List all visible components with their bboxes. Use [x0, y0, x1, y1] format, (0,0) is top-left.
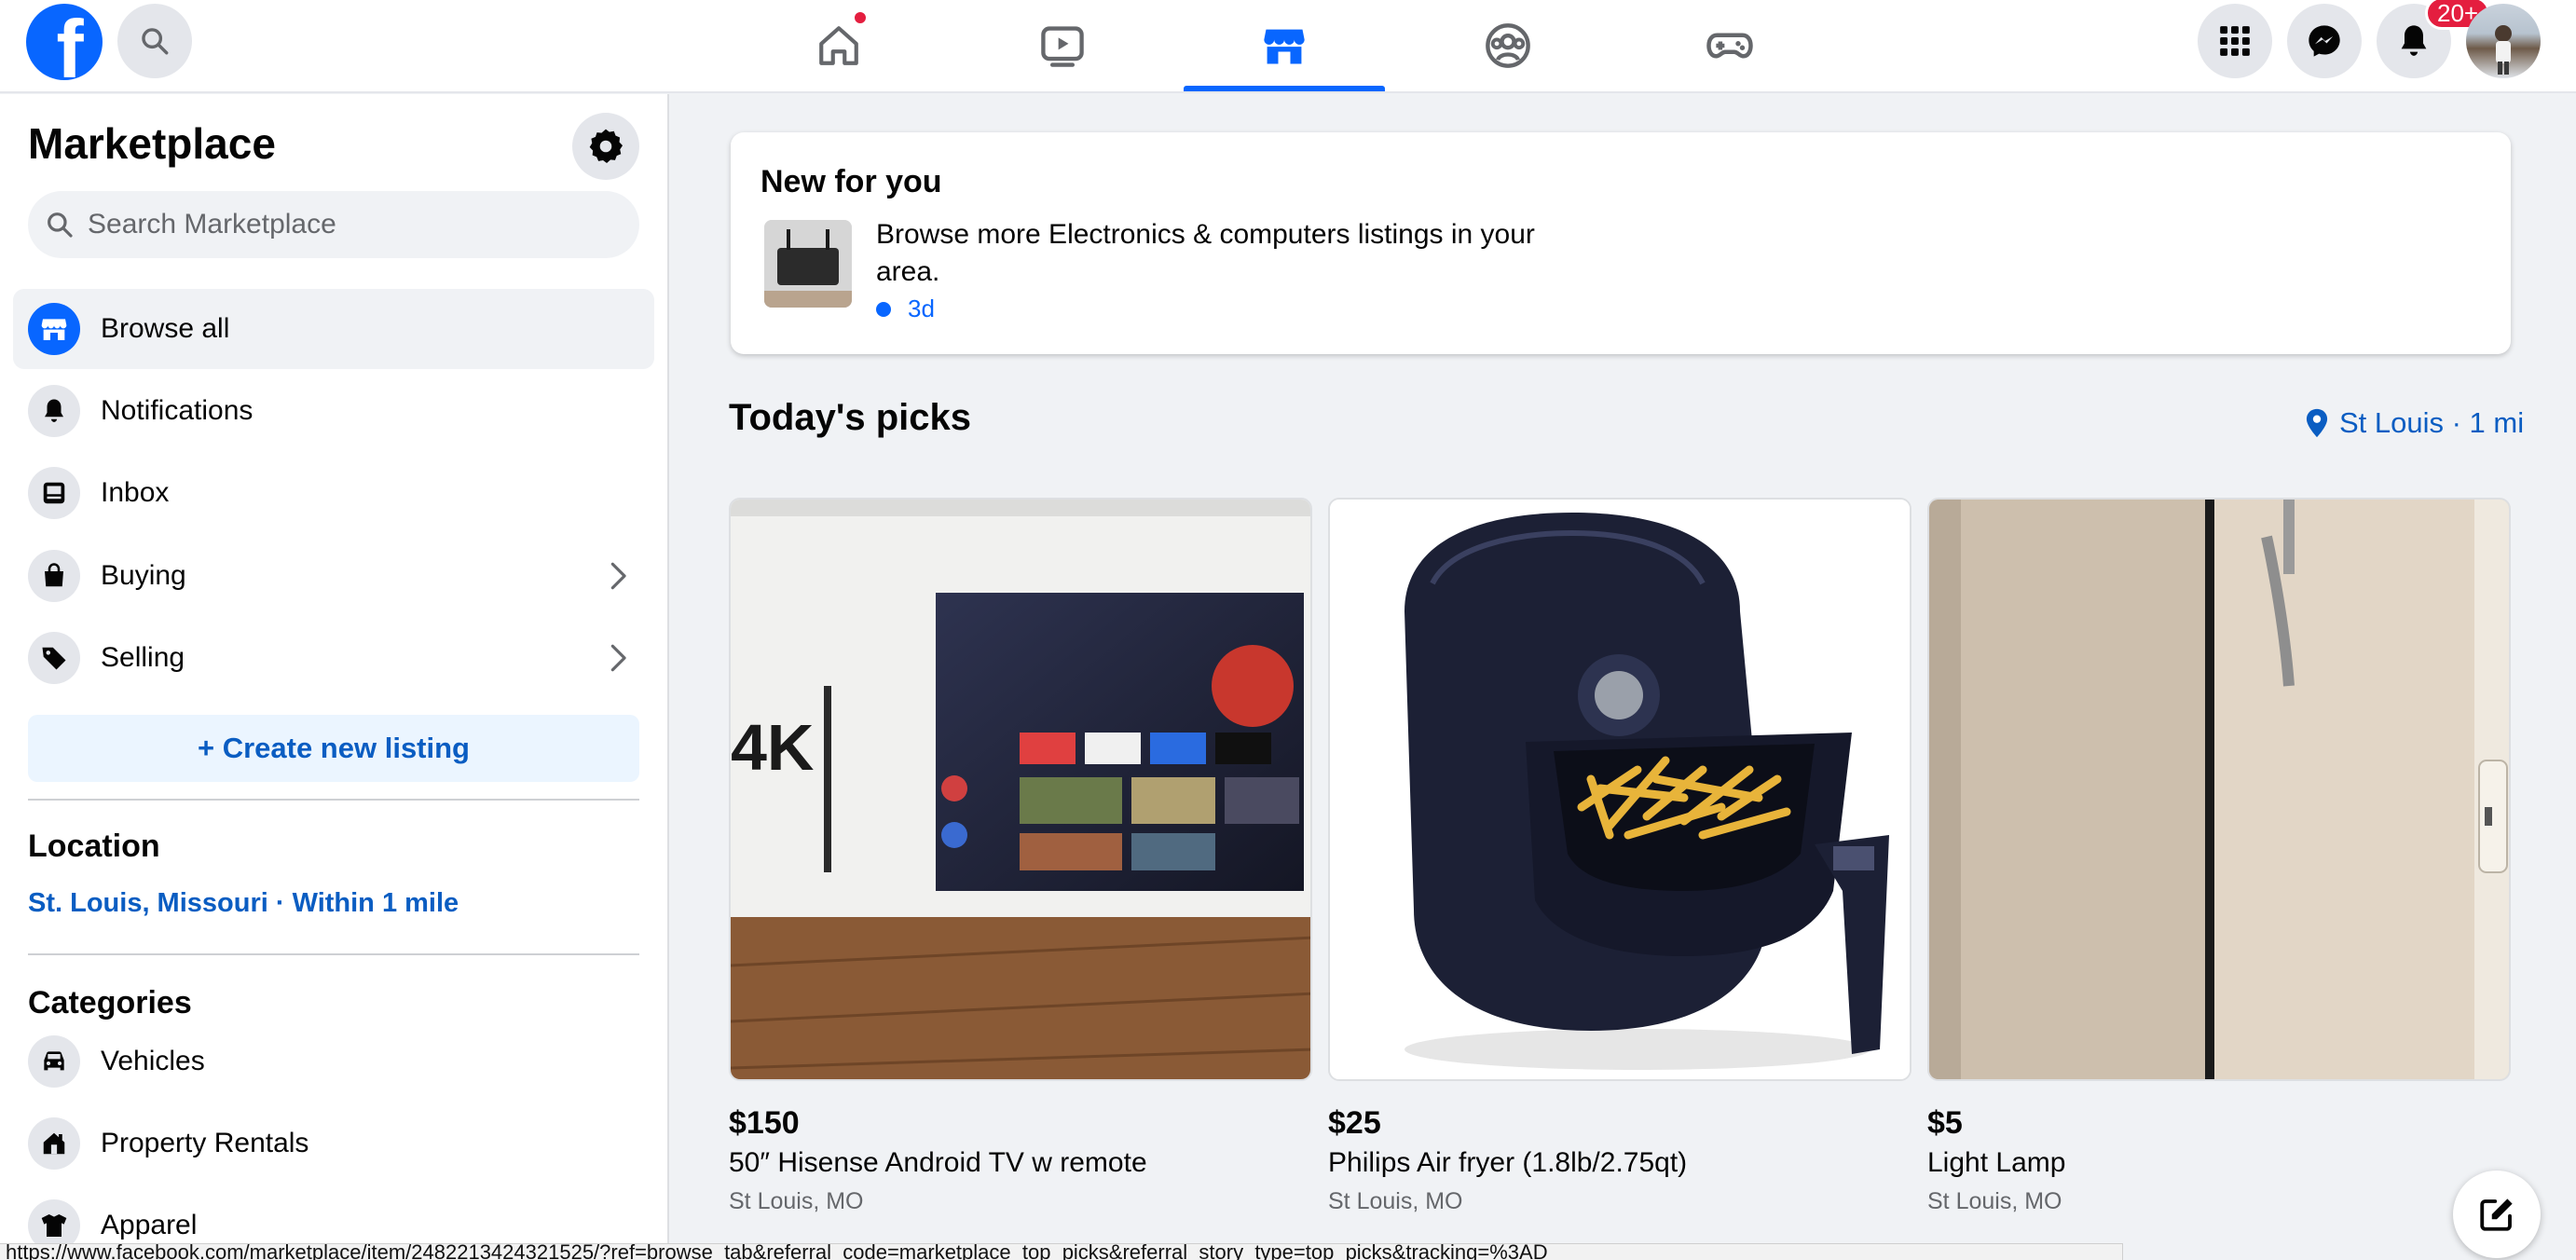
category-label: Apparel [101, 1210, 198, 1240]
house-icon [28, 1117, 80, 1170]
new-message-button[interactable] [2453, 1171, 2541, 1258]
listing-title: Philips Air fryer (1.8lb/2.75qt) [1328, 1147, 1688, 1178]
price-tag-icon [28, 632, 80, 684]
shopping-bag-icon [28, 550, 80, 602]
tab-home[interactable] [738, 0, 939, 91]
sidebar-item-selling[interactable]: Selling [13, 618, 654, 698]
menu-button[interactable] [2198, 4, 2272, 78]
chevron-right-icon [610, 644, 626, 672]
new-for-you-timestamp: 3d [876, 294, 935, 323]
storefront-icon [28, 303, 80, 355]
sidebar-item-inbox[interactable]: Inbox [13, 453, 654, 533]
search-icon [48, 212, 73, 238]
sidebar-divider [28, 799, 639, 801]
categories-heading: Categories [28, 985, 192, 1020]
new-for-you-thumbnail [764, 220, 852, 308]
sidebar-item-notifications[interactable]: Notifications [13, 371, 654, 451]
air-fryer-image-icon [1330, 500, 1910, 1079]
category-vehicles[interactable]: Vehicles [13, 1021, 654, 1102]
tab-gaming[interactable] [1629, 0, 1830, 91]
car-icon [28, 1035, 80, 1088]
tab-marketplace[interactable] [1184, 0, 1385, 91]
browser-status-url: https://www.facebook.com/marketplace/ite… [0, 1243, 2123, 1260]
facebook-logo[interactable]: f [26, 4, 103, 80]
listing-card[interactable]: 4K $150 50″ Hisense Android TV w remote … [729, 498, 1312, 1215]
search-icon [142, 28, 169, 55]
gear-icon [589, 129, 623, 164]
chevron-right-icon [610, 562, 626, 590]
category-label: Vehicles [101, 1046, 205, 1076]
new-for-you-card[interactable]: New for you Browse more Electronics & co… [731, 132, 2511, 354]
listing-card[interactable]: $25 Philips Air fryer (1.8lb/2.75qt) St … [1328, 498, 1911, 1215]
marketplace-search-input[interactable] [88, 209, 610, 240]
new-for-you-description: Browse more Electronics & computers list… [876, 219, 1535, 287]
marketplace-search-field[interactable] [28, 191, 639, 258]
timestamp-text: 3d [908, 294, 935, 322]
sidebar-title: Marketplace [28, 119, 276, 168]
listing-image: 4K [729, 498, 1312, 1081]
listing-image [1328, 498, 1911, 1081]
home-notification-dot [852, 9, 869, 26]
gamepad-icon [1706, 33, 1753, 59]
lamp-image-icon [1929, 500, 2509, 1079]
home-icon [819, 26, 858, 65]
new-for-you-title: New for you [760, 164, 942, 199]
listing-price: $25 [1328, 1105, 1381, 1141]
sidebar-item-browse-all[interactable]: Browse all [13, 289, 654, 369]
sidebar-divider [28, 953, 639, 955]
messenger-button[interactable] [2287, 4, 2362, 78]
listing-card[interactable]: $5 Light Lamp St Louis, MO [1927, 498, 2511, 1215]
listing-location: St Louis, MO [1927, 1188, 2062, 1214]
marketplace-sidebar: Marketplace Browse all Notifications Inb… [0, 94, 669, 1260]
category-property-rentals[interactable]: Property Rentals [13, 1103, 654, 1184]
listing-image [1927, 498, 2511, 1081]
storefront-icon [1264, 29, 1305, 64]
picks-location-link[interactable]: St Louis · 1 mi [2304, 406, 2524, 440]
sidebar-item-label: Notifications [101, 395, 253, 426]
top-navigation-bar: f 20+ [0, 0, 2576, 93]
location-heading: Location [28, 829, 160, 864]
search-button[interactable] [117, 4, 192, 78]
sidebar-item-label: Inbox [101, 477, 170, 508]
inbox-icon [28, 467, 80, 519]
messenger-icon [2309, 25, 2340, 57]
groups-icon [1486, 23, 1530, 68]
picks-location-text: St Louis · 1 mi [2339, 406, 2525, 439]
bell-icon [28, 385, 80, 437]
video-play-icon [1041, 26, 1084, 67]
tv-box-image-icon: 4K [731, 500, 1310, 1079]
listing-title: 50″ Hisense Android TV w remote [729, 1147, 1147, 1178]
listing-title: Light Lamp [1927, 1147, 2066, 1178]
compose-icon [2480, 1198, 2513, 1231]
location-pin-icon [2306, 408, 2328, 438]
location-filter-link[interactable]: St. Louis, Missouri · Within 1 mile [28, 888, 459, 919]
grid-menu-icon [2220, 26, 2250, 56]
unread-dot [876, 301, 891, 317]
listing-price: $150 [729, 1105, 800, 1141]
sidebar-item-label: Selling [101, 642, 185, 673]
tab-watch[interactable] [962, 0, 1163, 91]
listing-location: St Louis, MO [1328, 1188, 1463, 1214]
svg-text:4K: 4K [731, 711, 814, 784]
router-image-icon [764, 220, 852, 308]
listing-price: $5 [1927, 1105, 1963, 1141]
bell-icon [2401, 25, 2427, 56]
marketplace-settings-button[interactable] [572, 113, 639, 180]
user-photo-icon [2495, 25, 2512, 75]
profile-avatar[interactable] [2466, 4, 2541, 78]
tab-groups[interactable] [1407, 0, 1609, 91]
listing-location: St Louis, MO [729, 1188, 864, 1214]
sidebar-item-buying[interactable]: Buying [13, 536, 654, 616]
todays-picks-heading: Today's picks [729, 397, 971, 438]
sidebar-item-label: Browse all [101, 313, 230, 344]
create-new-listing-button[interactable]: + Create new listing [28, 715, 639, 782]
category-label: Property Rentals [101, 1128, 309, 1158]
sidebar-item-label: Buying [101, 560, 186, 591]
